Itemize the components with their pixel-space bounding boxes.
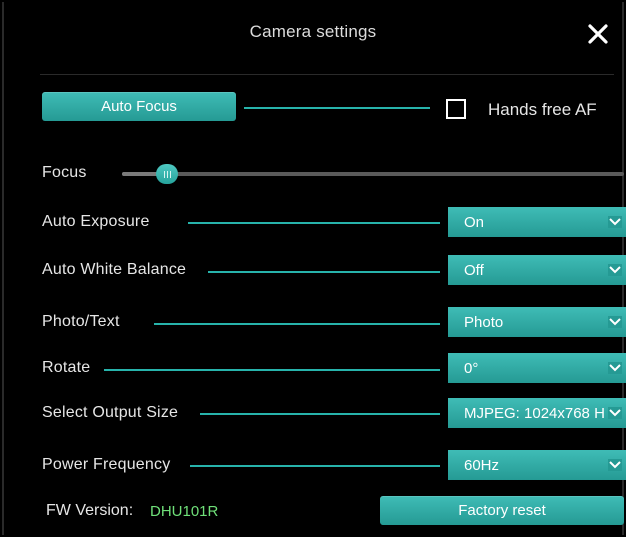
chevron-down-icon (608, 407, 622, 419)
output-size-select[interactable]: MJPEG: 1024x768 H (448, 398, 626, 428)
chevron-down-icon (608, 316, 622, 328)
close-icon (588, 24, 608, 44)
rotate-select[interactable]: 0° (448, 353, 626, 383)
hands-free-af-label: Hands free AF (488, 100, 597, 119)
focus-label: Focus (42, 164, 87, 181)
factory-reset-button[interactable]: Factory reset (380, 496, 624, 525)
focus-slider[interactable] (122, 164, 624, 184)
auto-exposure-value: On (464, 213, 485, 231)
photo-text-connector-line (154, 323, 440, 325)
dialog-title: Camera settings (249, 22, 377, 41)
auto-white-balance-connector-line (208, 271, 440, 273)
chevron-down-icon (608, 264, 622, 276)
output-size-value: MJPEG: 1024x768 H (464, 404, 605, 422)
fw-version-value: DHU101R (150, 503, 219, 520)
auto-exposure-label: Auto Exposure (42, 213, 150, 230)
photo-text-select[interactable]: Photo (448, 307, 626, 337)
auto-white-balance-label: Auto White Balance (42, 261, 187, 278)
photo-text-value: Photo (464, 313, 504, 331)
output-size-connector-line (200, 413, 440, 415)
chevron-down-icon (608, 459, 622, 471)
auto-exposure-connector-line (188, 222, 440, 224)
rotate-label: Rotate (42, 359, 91, 376)
header-divider (40, 74, 614, 75)
output-size-label: Select Output Size (42, 404, 179, 421)
hands-free-af-checkbox[interactable] (446, 99, 466, 119)
fw-version-label: FW Version: (46, 502, 134, 519)
auto-focus-connector-line (244, 107, 430, 109)
auto-white-balance-select[interactable]: Off (448, 255, 626, 285)
chevron-down-icon (608, 362, 622, 374)
auto-white-balance-value: Off (464, 261, 484, 279)
camera-settings-dialog: Camera settings Auto Focus Hands free AF… (2, 2, 626, 535)
power-frequency-select[interactable]: 60Hz (448, 450, 626, 480)
focus-slider-thumb[interactable] (156, 164, 178, 184)
grip-icon (163, 170, 171, 178)
power-frequency-connector-line (190, 465, 440, 467)
power-frequency-label: Power Frequency (42, 456, 171, 473)
chevron-down-icon (608, 216, 622, 228)
rotate-value: 0° (464, 359, 479, 377)
rotate-connector-line (104, 369, 440, 371)
close-button[interactable] (584, 20, 612, 48)
auto-exposure-select[interactable]: On (448, 207, 626, 237)
photo-text-label: Photo/Text (42, 313, 120, 330)
power-frequency-value: 60Hz (464, 456, 500, 474)
auto-focus-button[interactable]: Auto Focus (42, 92, 236, 121)
